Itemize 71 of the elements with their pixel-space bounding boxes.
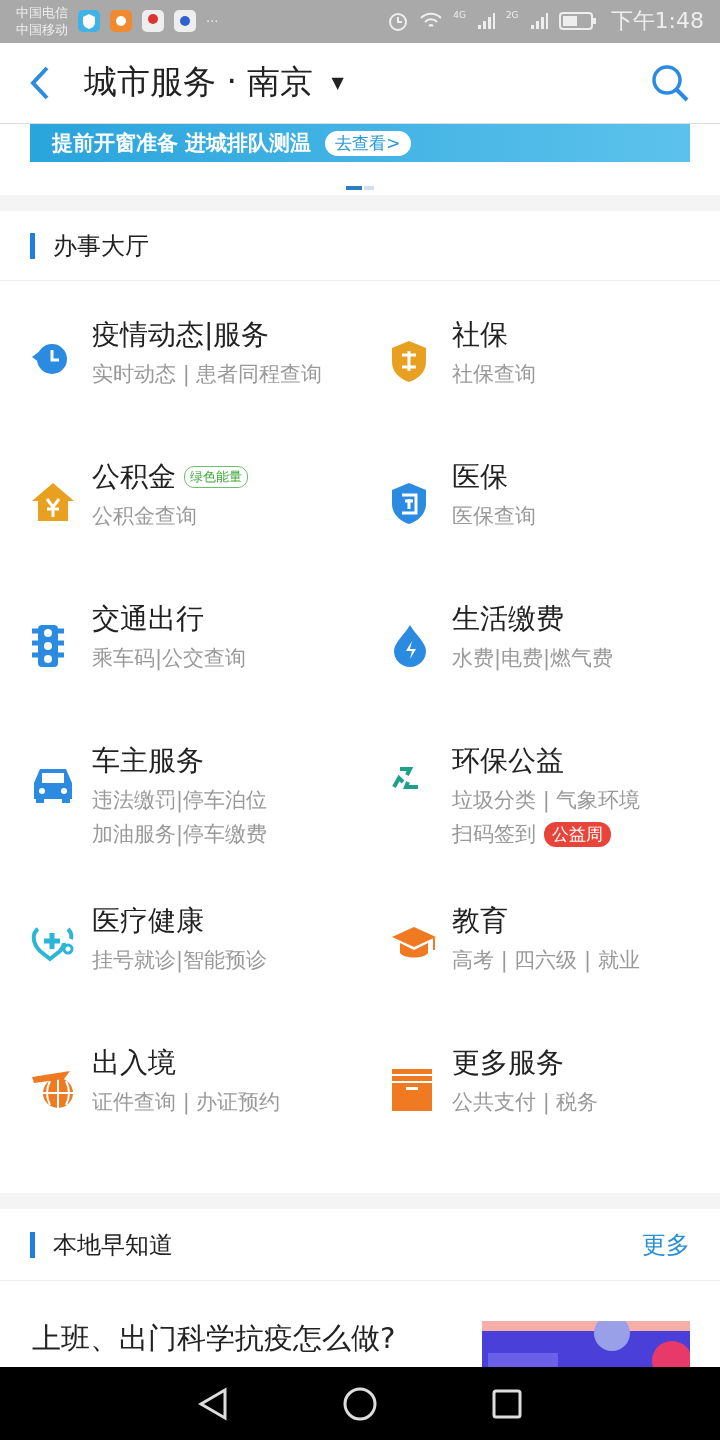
service-item[interactable]: 车主服务 违法缴罚|停车泊位 加油服务|停车缴费 [0,729,360,890]
traffic-light-icon [30,623,66,670]
service-subtitle: 医保查询 [452,503,536,531]
article-title[interactable]: 上班、出门科学抗疫怎么做? [32,1319,396,1368]
network-type: 2G [505,10,519,20]
page-title: 城市服务 · 南京 [84,61,314,104]
service-subtitle: 垃圾分类 | 气象环境 [452,787,641,815]
service-subtitle: 违法缴罚|停车泊位 [92,787,268,815]
service-title: 生活缴费 [452,601,564,638]
service-item[interactable]: 社保 社保查询 [360,303,720,446]
network-type: 4G [453,10,466,20]
service-item[interactable]: 出入境 证件查询 | 办证预约 [0,1031,360,1174]
service-item[interactable]: 环保公益 垃圾分类 | 气象环境 扫码签到 公益周 [360,729,720,890]
service-subtitle: 水费|电费|燃气费 [452,645,614,673]
service-item[interactable]: 公积金 绿色能量 公积金查询 [0,445,360,588]
signal-icon [528,11,549,32]
service-subtitle: 实时动态 | 患者同程查询 [92,361,323,389]
service-title: 出入境 [92,1045,176,1082]
service-title: 交通出行 [92,601,204,638]
service-subtitle: 挂号就诊|智能预诊 [92,947,268,975]
energy-tag: 绿色能量 [184,466,248,489]
event-badge: 公益周 [544,821,611,847]
service-title: 医疗健康 [92,903,204,940]
service-subtitle: 扫码签到 [452,821,536,849]
service-item[interactable]: 交通出行 乘车码|公交查询 [0,587,360,730]
service-subtitle: 公共支付 | 税务 [452,1089,599,1117]
service-subtitle: 加油服务|停车缴费 [92,821,268,849]
service-item[interactable]: 教育 高考 | 四六级 | 就业 [360,889,720,1032]
signal-icon [475,11,496,32]
service-subtitle: 乘车码|公交查询 [92,645,247,673]
search-icon[interactable] [650,62,690,103]
service-title: 公积金 [92,459,176,496]
section-title: 本地早知道 [53,1229,173,1261]
service-item[interactable]: 更多服务 公共支付 | 税务 [360,1031,720,1174]
service-title: 车主服务 [92,743,204,780]
section-title: 办事大厅 [53,230,149,262]
app-icon [110,10,132,33]
service-item[interactable]: 生活缴费 水费|电费|燃气费 [360,587,720,730]
recents-nav-icon[interactable] [492,1388,523,1419]
shield-icon [78,10,100,33]
more-notifications: ··· [206,13,219,29]
box-icon [390,1067,434,1114]
service-title: 医保 [452,459,508,496]
shield-icon [390,339,428,384]
more-link[interactable]: 更多 [642,1228,690,1261]
service-subtitle: 证件查询 | 办证预约 [92,1089,281,1117]
clock-time: 下午1:48 [610,7,704,36]
accent-bar [30,1231,35,1258]
battery-icon [558,11,597,32]
service-item[interactable]: 医保 医保查询 [360,445,720,588]
back-nav-icon[interactable] [197,1386,228,1421]
service-subtitle: 公积金查询 [92,503,197,531]
service-item[interactable]: 疫情动态|服务 实时动态 | 患者同程查询 [0,303,360,446]
home-nav-icon[interactable] [343,1386,377,1421]
carrier-name: 中国移动 [16,21,68,39]
shield-icon [390,481,428,526]
carrier-name: 中国电信 [16,4,68,22]
alarm-icon [387,10,410,33]
banner-text: 提前开窗准备 进城排队测温 [52,130,312,158]
service-title: 疫情动态|服务 [92,317,270,354]
service-item[interactable]: 医疗健康 挂号就诊|智能预诊 [0,889,360,1032]
house-yuan-icon [30,481,76,524]
service-title: 社保 [452,317,508,354]
accent-bar [30,232,35,259]
service-subtitle: 社保查询 [452,361,536,389]
service-subtitle: 高考 | 四六级 | 就业 [452,947,640,975]
service-title: 教育 [452,903,508,940]
service-title: 环保公益 [452,743,564,780]
dropdown-caret[interactable]: ▼ [331,73,344,93]
service-title: 更多服务 [452,1045,564,1082]
back-icon[interactable] [30,65,50,100]
